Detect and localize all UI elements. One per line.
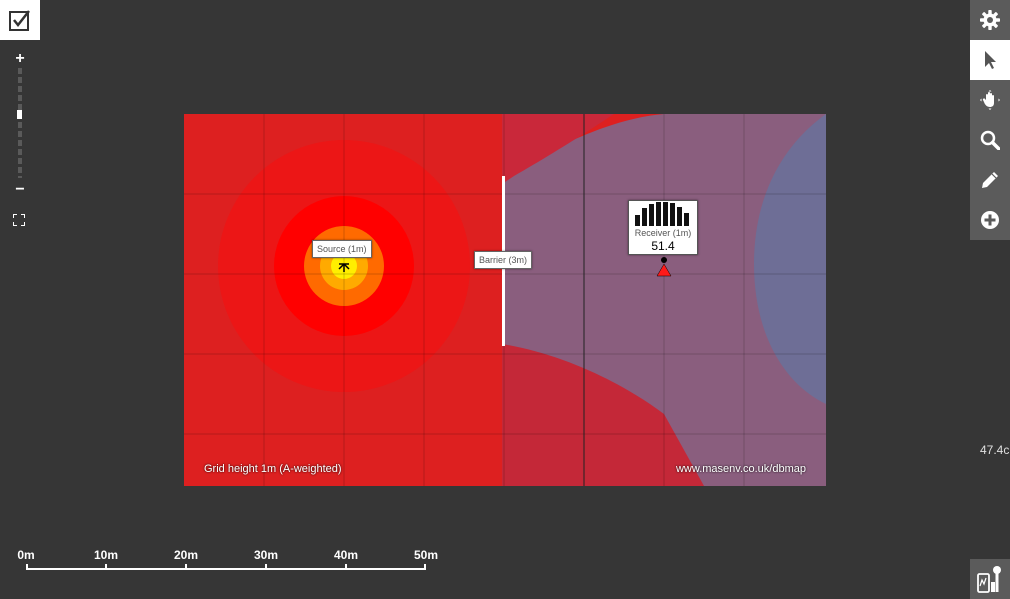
- scale-label: 0m: [17, 548, 35, 562]
- pencil-icon: [982, 172, 998, 188]
- site-caption[interactable]: www.masenv.co.uk/dbmap: [676, 463, 806, 475]
- scale-tick: [105, 564, 107, 570]
- settings-button[interactable]: [970, 0, 1010, 40]
- zoom-tool-button[interactable]: [970, 120, 1010, 160]
- scale-label: 40m: [333, 548, 359, 562]
- mobile-view-button[interactable]: [970, 559, 1010, 599]
- pan-tool-button[interactable]: [970, 80, 1010, 120]
- scale-tick: [345, 564, 347, 570]
- add-tool-button[interactable]: [970, 200, 1010, 240]
- zoom-out-button[interactable]: −: [13, 182, 27, 198]
- grid-caption: Grid height 1m (A-weighted): [204, 463, 342, 475]
- hand-icon: [980, 90, 1000, 110]
- barrier-label[interactable]: Barrier (3m): [474, 251, 533, 269]
- checkbox-logo-icon: [9, 10, 30, 31]
- draw-tool-button[interactable]: [970, 160, 1010, 200]
- noise-contour-layer: [184, 114, 826, 486]
- pointer-icon: [985, 51, 996, 69]
- edge-readout: 47.4c: [980, 443, 1010, 457]
- spectrum-bar: [670, 203, 675, 226]
- source-label[interactable]: Source (1m): [312, 240, 372, 258]
- magnifier-icon: [980, 130, 1000, 150]
- fit-extent-button[interactable]: [12, 213, 26, 227]
- scale-label: 20m: [173, 548, 199, 562]
- spectrum-bar: [656, 202, 661, 226]
- scale-label: 30m: [253, 548, 279, 562]
- gear-icon: [980, 10, 1000, 30]
- receiver-dot: [661, 257, 667, 263]
- fit-extent-icon: [12, 213, 26, 227]
- zoom-slider-track[interactable]: [18, 68, 22, 178]
- scale-tick: [185, 564, 187, 570]
- scale-bar: [26, 564, 426, 570]
- scale-tick: [265, 564, 267, 570]
- spectrum-bar: [684, 213, 689, 226]
- plus-circle-icon: [981, 211, 999, 229]
- receiver-value: 51.4: [651, 239, 675, 253]
- spectrum-bar: [677, 207, 682, 226]
- scale-label: 10m: [93, 548, 119, 562]
- device-sensor-icon: [977, 566, 1001, 593]
- noise-map-canvas[interactable]: Source (1m) Barrier (3m) Receiver (1m) 5…: [184, 114, 826, 486]
- tool-panel: [970, 0, 1010, 240]
- scale-label: 50m: [413, 548, 439, 562]
- spectrum-bar: [635, 215, 640, 226]
- receiver-label: Receiver (1m): [634, 228, 692, 238]
- spectrum-bar: [663, 202, 668, 226]
- select-tool-button[interactable]: [970, 40, 1010, 80]
- spectrum-bar: [649, 204, 654, 226]
- receiver-popup[interactable]: Receiver (1m) 51.4: [628, 200, 698, 255]
- app-logo-button[interactable]: [0, 0, 40, 40]
- spectrum-bar: [642, 208, 647, 226]
- zoom-slider-handle[interactable]: [17, 110, 22, 119]
- zoom-in-button[interactable]: +: [13, 51, 27, 67]
